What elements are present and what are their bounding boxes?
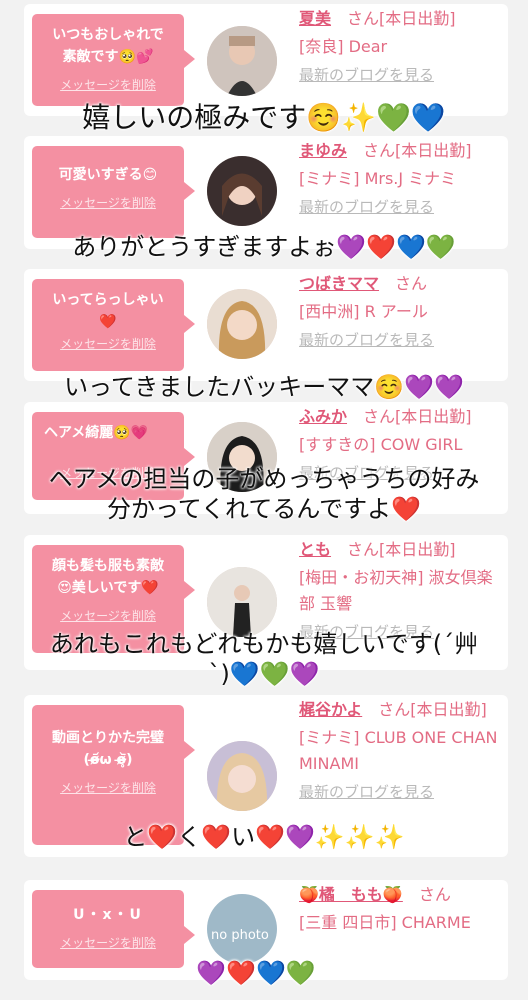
caption-text: 💜❤️💙💚 bbox=[196, 959, 316, 987]
message-bubble: いってらっしゃい ❤️ メッセージを削除 bbox=[32, 279, 195, 371]
shop-name: [奈良] Dear bbox=[299, 37, 388, 56]
shop-name: [すすきの] COW GIRL bbox=[299, 435, 463, 454]
shop-name: [ミナミ] CLUB ONE CHAN MINAMI bbox=[299, 728, 498, 773]
avatar[interactable] bbox=[207, 26, 277, 96]
caption-text: いってきましたバッキーママ☺️💜💜 bbox=[64, 373, 464, 401]
cast-status: さん[本日出勤] bbox=[347, 540, 456, 559]
cast-status: さん[本日出勤] bbox=[363, 407, 472, 426]
latest-blog-link[interactable]: 最新のブログを見る bbox=[299, 64, 498, 85]
no-photo-label: no photo bbox=[211, 928, 269, 943]
cast-info: 梶谷かよ さん[本日出勤] [ミナミ] CLUB ONE CHAN MINAMI… bbox=[299, 697, 498, 802]
shop-name: [三重 四日市] CHARME bbox=[299, 913, 471, 932]
message-bubble: 可愛いすぎる😊 メッセージを削除 bbox=[32, 146, 195, 238]
cast-name-link[interactable]: まゆみ bbox=[299, 141, 347, 160]
caption-text: と❤️く❤️い❤️💜✨✨✨ bbox=[123, 823, 405, 851]
cast-info: とも さん[本日出勤] [梅田・お初天神] 淑女倶楽部 玉響 最新のブログを見る bbox=[299, 537, 498, 642]
avatar[interactable]: no photo bbox=[207, 894, 277, 964]
avatar[interactable] bbox=[207, 289, 277, 359]
delete-message-link[interactable]: メッセージを削除 bbox=[32, 779, 184, 796]
message-text: U・x・U bbox=[73, 907, 143, 923]
cast-name-link[interactable]: つばきママ bbox=[299, 274, 379, 293]
avatar[interactable] bbox=[207, 156, 277, 226]
message-bubble: U・x・U メッセージを削除 bbox=[32, 890, 195, 968]
latest-blog-link[interactable]: 最新のブログを見る bbox=[299, 781, 498, 802]
cast-info: まゆみ さん[本日出勤] [ミナミ] Mrs.J ミナミ 最新のブログを見る bbox=[299, 138, 498, 217]
latest-blog-link[interactable]: 最新のブログを見る bbox=[299, 196, 498, 217]
cast-info: つばきママ さん [西中洲] R アール 最新のブログを見る bbox=[299, 271, 498, 350]
cast-status: さん[本日出勤] bbox=[363, 141, 472, 160]
delete-message-link[interactable]: メッセージを削除 bbox=[32, 194, 184, 211]
avatar-photo-icon bbox=[207, 26, 277, 96]
cast-name-link[interactable]: 梶谷かよ bbox=[299, 700, 362, 719]
message-card: いってらっしゃい ❤️ メッセージを削除 つばきママ さん [西中洲] R アー… bbox=[24, 269, 508, 381]
cast-name-link[interactable]: 夏美 bbox=[299, 9, 331, 28]
shop-name: [ミナミ] Mrs.J ミナミ bbox=[299, 169, 457, 188]
message-bubble: いつもおしゃれで 素敵です🥺💕 メッセージを削除 bbox=[32, 14, 195, 106]
cast-status: さん[本日出勤] bbox=[378, 700, 487, 719]
cast-info: 🍑橘 もも🍑 さん [三重 四日市] CHARME bbox=[299, 882, 498, 936]
avatar[interactable] bbox=[207, 567, 277, 637]
caption-text: ヘアメの担当の子がめっちゃうちの好み 分かってくれてるんですよ❤️ bbox=[48, 465, 480, 523]
message-text: ヘアメ綺麗🥺💗 bbox=[44, 425, 149, 441]
avatar-photo-icon bbox=[207, 289, 277, 359]
cast-name-link[interactable]: 🍑橘 もも🍑 bbox=[299, 885, 403, 904]
avatar[interactable] bbox=[207, 741, 277, 811]
message-text: 可愛いすぎる😊 bbox=[58, 167, 158, 183]
cast-status: さん bbox=[395, 274, 428, 293]
message-text: いつもおしゃれで 素敵です🥺💕 bbox=[52, 27, 164, 65]
avatar-photo-icon bbox=[207, 567, 277, 637]
cast-name-link[interactable]: とも bbox=[299, 540, 331, 559]
message-text: いってらっしゃい ❤️ bbox=[52, 292, 164, 330]
delete-message-link[interactable]: メッセージを削除 bbox=[32, 934, 184, 951]
caption-text: ありがとうすぎますよぉ💜❤️💙💚 bbox=[72, 233, 456, 261]
message-text: 顔も髪も服も素敵 😍美しいです❤️ bbox=[52, 558, 164, 596]
cast-status: さん[本日出勤] bbox=[347, 9, 456, 28]
avatar-photo-icon bbox=[207, 156, 277, 226]
message-text: 動画とりかた完璧 (o̴̶̷᷄ω o̴̶̷̥᷅) bbox=[52, 730, 164, 768]
delete-message-link[interactable]: メッセージを削除 bbox=[32, 335, 184, 352]
caption-text: 嬉しいの極みです☺️✨💚💙 bbox=[82, 101, 446, 134]
message-card: いつもおしゃれで 素敵です🥺💕 メッセージを削除 夏美 さん[本日出勤] [奈良… bbox=[24, 4, 508, 116]
cast-info: 夏美 さん[本日出勤] [奈良] Dear 最新のブログを見る bbox=[299, 6, 498, 85]
shop-name: [梅田・お初天神] 淑女倶楽部 玉響 bbox=[299, 568, 493, 613]
delete-message-link[interactable]: メッセージを削除 bbox=[32, 607, 184, 624]
shop-name: [西中洲] R アール bbox=[299, 302, 428, 321]
avatar-photo-icon bbox=[207, 741, 277, 811]
delete-message-link[interactable]: メッセージを削除 bbox=[32, 76, 184, 93]
caption-text: あれもこれもどれもかも嬉しいです(´艸 `)💙💚💜 bbox=[49, 630, 479, 688]
cast-name-link[interactable]: ふみか bbox=[299, 407, 347, 426]
message-list: いつもおしゃれで 素敵です🥺💕 メッセージを削除 夏美 さん[本日出勤] [奈良… bbox=[0, 0, 528, 1000]
cast-status: さん bbox=[418, 885, 451, 904]
latest-blog-link[interactable]: 最新のブログを見る bbox=[299, 329, 498, 350]
